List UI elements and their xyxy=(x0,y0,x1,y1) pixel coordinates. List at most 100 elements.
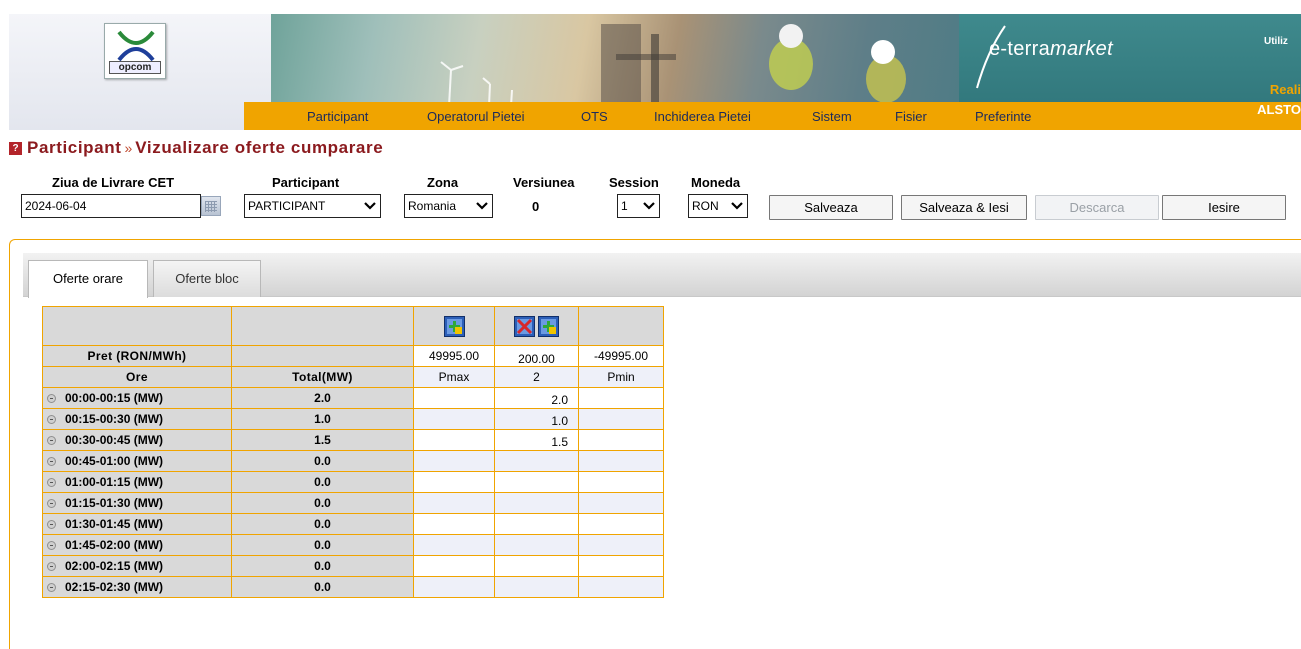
value-cell-pmax[interactable] xyxy=(413,576,495,598)
value-cell-pmax[interactable] xyxy=(413,408,495,430)
expand-icon[interactable] xyxy=(47,562,56,571)
interval-cell[interactable]: 01:30-01:45 (MW) xyxy=(42,513,232,535)
interval-cell[interactable]: 01:00-01:15 (MW) xyxy=(42,471,232,493)
value-cell-step-2[interactable] xyxy=(494,534,579,556)
download-button[interactable]: Descarca xyxy=(1035,195,1159,220)
menu-item-fisier[interactable]: Fisier xyxy=(895,109,927,124)
value-cell-step-2[interactable] xyxy=(494,576,579,598)
brand-prefix: e-terra xyxy=(989,38,1051,60)
value-cell-step-2[interactable] xyxy=(494,513,579,535)
menu-item-participant[interactable]: Participant xyxy=(307,109,368,124)
price-pmin[interactable]: -49995.00 xyxy=(578,345,664,367)
chevron-down-icon xyxy=(476,202,488,210)
chevron-down-icon xyxy=(364,202,376,210)
value-cell-step-2[interactable]: 1.5 xyxy=(494,429,579,451)
expand-icon[interactable] xyxy=(47,415,56,424)
column-label-pmax: Pmax xyxy=(413,366,495,388)
interval-label: 02:00-02:15 (MW) xyxy=(65,559,164,573)
column-header-row: Ore Total(MW) Pmax 2 Pmin xyxy=(42,366,664,388)
value-cell-pmin[interactable] xyxy=(578,555,664,577)
value-cell-pmin[interactable] xyxy=(578,534,664,556)
interval-label: 00:45-01:00 (MW) xyxy=(65,454,164,468)
expand-icon[interactable] xyxy=(47,499,56,508)
total-cell: 0.0 xyxy=(231,492,414,514)
total-cell: 0.0 xyxy=(231,513,414,535)
table-row: 01:15-01:30 (MW) 0.0 xyxy=(42,492,664,514)
save-exit-button[interactable]: Salveaza & Iesi xyxy=(901,195,1027,220)
value-cell-pmin[interactable] xyxy=(578,492,664,514)
exit-button[interactable]: Iesire xyxy=(1162,195,1286,220)
value-cell-step-2[interactable] xyxy=(494,555,579,577)
zona-select[interactable]: Romania xyxy=(404,194,493,218)
table-row: 00:00-00:15 (MW) 2.0 2.0 xyxy=(42,387,664,409)
calendar-icon[interactable] xyxy=(201,196,221,216)
toolbar-empty-cell xyxy=(42,306,232,346)
value-cell-pmin[interactable] xyxy=(578,450,664,472)
value-cell-step-2[interactable] xyxy=(494,471,579,493)
value-cell-pmax[interactable] xyxy=(413,534,495,556)
value-cell-pmax[interactable] xyxy=(413,492,495,514)
value-cell-step-2[interactable]: 1.0 xyxy=(494,408,579,430)
value-cell-pmin[interactable] xyxy=(578,513,664,535)
tab-oferte-bloc[interactable]: Oferte bloc xyxy=(153,260,261,297)
title-page: Vizualizare oferte cumparare xyxy=(135,138,384,157)
price-pmax[interactable]: 49995.00 xyxy=(413,345,495,367)
price-step-2[interactable]: 200.00 xyxy=(494,345,579,367)
interval-label: 00:00-00:15 (MW) xyxy=(65,391,164,405)
value-cell-step-2[interactable]: 2.0 xyxy=(494,387,579,409)
hours-header: Ore xyxy=(42,366,232,388)
expand-icon[interactable] xyxy=(47,394,56,403)
add-step-icon[interactable] xyxy=(538,315,560,337)
date-input[interactable]: 2024-06-04 xyxy=(21,194,201,218)
value-cell-pmin[interactable] xyxy=(578,408,664,430)
interval-cell[interactable]: 01:45-02:00 (MW) xyxy=(42,534,232,556)
total-header: Total(MW) xyxy=(231,366,414,388)
interval-cell[interactable]: 02:00-02:15 (MW) xyxy=(42,555,232,577)
menu-item-sistem[interactable]: Sistem xyxy=(812,109,852,124)
value-cell-step-2[interactable] xyxy=(494,450,579,472)
chevron-down-icon xyxy=(731,202,743,210)
menu-item-operatorul-pietei[interactable]: Operatorul Pietei xyxy=(427,109,525,124)
chevron-down-icon xyxy=(643,202,655,210)
value-cell-pmax[interactable] xyxy=(413,387,495,409)
title-separator: » xyxy=(124,140,133,156)
session-select[interactable]: 1 xyxy=(617,194,660,218)
value-cell-pmin[interactable] xyxy=(578,387,664,409)
moneda-select[interactable]: RON xyxy=(688,194,748,218)
expand-icon[interactable] xyxy=(47,436,56,445)
interval-cell[interactable]: 00:00-00:15 (MW) xyxy=(42,387,232,409)
opcom-logo[interactable]: opcom xyxy=(104,23,166,79)
expand-icon[interactable] xyxy=(47,478,56,487)
interval-cell[interactable]: 00:15-00:30 (MW) xyxy=(42,408,232,430)
interval-cell[interactable]: 00:45-01:00 (MW) xyxy=(42,450,232,472)
menu-item-preferinte[interactable]: Preferinte xyxy=(975,109,1031,124)
table-row: 01:30-01:45 (MW) 0.0 xyxy=(42,513,664,535)
delete-step-icon[interactable] xyxy=(513,315,535,337)
value-cell-pmax[interactable] xyxy=(413,471,495,493)
interval-cell[interactable]: 02:15-02:30 (MW) xyxy=(42,576,232,598)
interval-label: 01:15-01:30 (MW) xyxy=(65,496,164,510)
interval-cell[interactable]: 00:30-00:45 (MW) xyxy=(42,429,232,451)
value-cell-pmax[interactable] xyxy=(413,429,495,451)
value-cell-pmin[interactable] xyxy=(578,471,664,493)
value-cell-pmin[interactable] xyxy=(578,576,664,598)
interval-cell[interactable]: 01:15-01:30 (MW) xyxy=(42,492,232,514)
expand-icon[interactable] xyxy=(47,583,56,592)
expand-icon[interactable] xyxy=(47,457,56,466)
toolbar-cell-step-2 xyxy=(494,306,579,346)
help-icon[interactable]: ? xyxy=(9,141,22,155)
value-cell-pmin[interactable] xyxy=(578,429,664,451)
value-cell-pmax[interactable] xyxy=(413,555,495,577)
tab-oferte-orare[interactable]: Oferte orare xyxy=(28,260,148,298)
value-cell-pmax[interactable] xyxy=(413,513,495,535)
expand-icon[interactable] xyxy=(47,520,56,529)
participant-select[interactable]: PARTICIPANT xyxy=(244,194,381,218)
menu-item-ots[interactable]: OTS xyxy=(581,109,608,124)
menu-item-inchiderea-pietei[interactable]: Inchiderea Pietei xyxy=(654,109,751,124)
save-button[interactable]: Salveaza xyxy=(769,195,893,220)
expand-icon[interactable] xyxy=(47,541,56,550)
grid-toolbar-row xyxy=(42,306,664,346)
value-cell-step-2[interactable] xyxy=(494,492,579,514)
add-step-icon[interactable] xyxy=(443,315,465,337)
value-cell-pmax[interactable] xyxy=(413,450,495,472)
